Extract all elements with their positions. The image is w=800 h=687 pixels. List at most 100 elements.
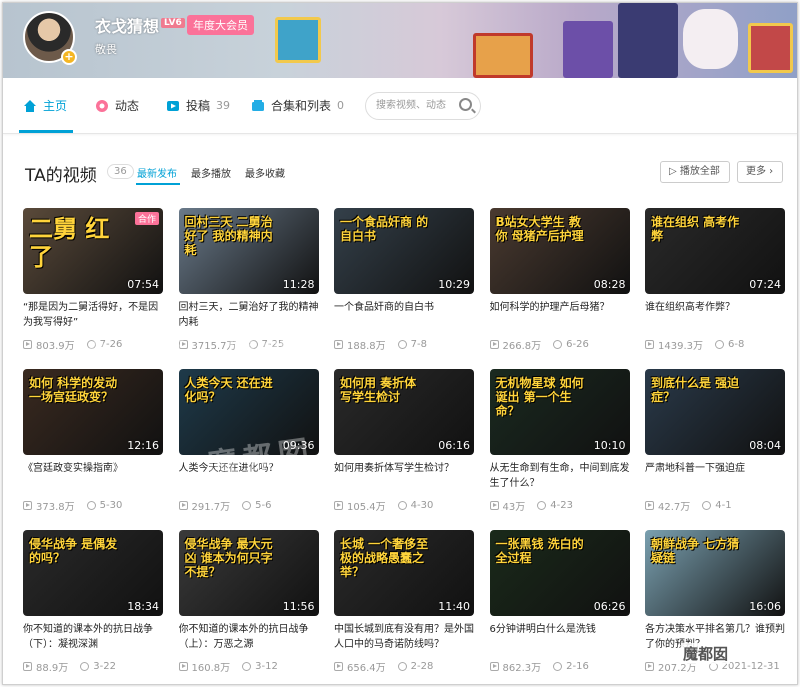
tab-collections[interactable]: 合集和列表 0 (251, 97, 344, 114)
view-count: 291.7万 (191, 502, 231, 513)
video-thumbnail[interactable]: 一张黑钱 洗白的全过程 06:26 (489, 530, 630, 616)
tab-dynamic[interactable]: 动态 (95, 97, 139, 114)
tab-home[interactable]: 主页 (23, 97, 67, 114)
clock-icon (537, 501, 547, 510)
video-thumbnail[interactable]: 如何 科学的发动一场宫廷政变？ 12:16 (23, 369, 163, 455)
video-duration: 08:04 (749, 439, 781, 452)
tab-label: 动态 (115, 99, 140, 113)
clock-icon (702, 501, 712, 510)
tab-uploads[interactable]: 投稿 39 (166, 97, 230, 114)
rabbit-decoration (683, 9, 738, 69)
video-card[interactable]: 无机物星球 如何诞出 第一个生命？ 10:10 从无生命到有生命，中间到底发生了… (489, 369, 630, 513)
verified-badge-icon: + (61, 49, 77, 65)
thumbnail-caption: 如何 科学的发动一场宫廷政变？ (29, 376, 118, 404)
video-thumbnail[interactable]: 二舅 红了 合作 07:54 (23, 208, 163, 294)
sort-newest[interactable]: 最新发布 (137, 165, 177, 180)
gift-decoration (275, 17, 321, 63)
video-thumbnail[interactable]: 朝鲜战争 七方猜疑链 16:06 (645, 530, 785, 616)
video-thumbnail[interactable]: 一个食品奸商 的自白书 10:29 (334, 208, 474, 294)
video-thumbnail[interactable]: 无机物星球 如何诞出 第一个生命？ 10:10 (489, 369, 630, 455)
video-card[interactable]: 一个食品奸商 的自白书 10:29 一个食品奸商的自白书 188.8万 7-8 (334, 208, 474, 352)
video-meta: 656.4万 2-28 (334, 659, 474, 674)
video-card[interactable]: 侵华战争 最大元凶 谁本为何只字不提？ 11:56 你不知道的课本外的抗日战争（… (178, 530, 319, 674)
video-meta: 1439.3万 6-8 (645, 337, 785, 352)
video-card[interactable]: 侵华战争 是偶发的吗？ 18:34 你不知道的课本外的抗日战争（下）：凝视深渊 … (23, 530, 163, 674)
play-count-icon (334, 501, 343, 510)
video-meta: 862.3万 2-16 (489, 659, 630, 674)
dynamic-icon (96, 99, 108, 112)
video-card[interactable]: 到底什么是 强迫症？ 08:04 严肃地科普一下强迫症 42.7万 4-1 (645, 369, 785, 513)
video-title[interactable]: 严肃地科普一下强迫症 (645, 461, 785, 491)
video-card[interactable]: 回村三天 二舅治好了 我的精神内耗 11:28 回村三天，二舅治好了我的精神内耗… (178, 208, 319, 352)
video-title[interactable]: 回村三天，二舅治好了我的精神内耗 (179, 300, 319, 330)
home-icon (24, 99, 36, 112)
sort-most-favorited[interactable]: 最多收藏 (245, 165, 285, 180)
collection-icon (252, 99, 264, 111)
more-label: 更多 (746, 166, 766, 177)
play-count-icon (178, 662, 188, 671)
thumbnail-caption: 长城 一个奢侈至极的战略愚蠢之举？ (340, 537, 429, 579)
video-card[interactable]: 长城 一个奢侈至极的战略愚蠢之举？ 11:40 中国长城到底有没有用？是外国人口… (334, 530, 474, 674)
upload-date: 7-8 (410, 339, 427, 350)
play-count-icon (334, 340, 343, 349)
video-duration: 10:29 (438, 278, 470, 291)
vip-badge: 年度大会员 (187, 15, 254, 35)
video-thumbnail[interactable]: 到底什么是 强迫症？ 08:04 (645, 369, 785, 455)
video-thumbnail[interactable]: 侵华战争 最大元凶 谁本为何只字不提？ 11:56 (178, 530, 319, 616)
search-icon[interactable] (459, 98, 472, 111)
video-duration: 08:28 (593, 278, 626, 291)
video-card[interactable]: 如何 科学的发动一场宫廷政变？ 12:16 《宫廷政变实操指南》 373.8万 … (23, 369, 163, 513)
tab-count: 39 (216, 99, 231, 112)
character-decoration (618, 3, 678, 78)
video-thumbnail[interactable]: 回村三天 二舅治好了 我的精神内耗 11:28 (178, 208, 319, 294)
view-count: 266.8万 (502, 341, 542, 352)
more-button[interactable]: 更多 › (737, 161, 783, 183)
video-card[interactable]: 二舅 红了 合作 07:54 “那是因为二舅活得好，不是因为我写得好” 803.… (23, 208, 163, 352)
video-card[interactable]: B站女大学生 教你 母猪产后护理 08:28 如何科学的护理产后母猪？ 266.… (489, 208, 630, 352)
video-title[interactable]: 6分钟讲明白什么是洗钱 (490, 622, 630, 652)
video-title[interactable]: 中国长城到底有没有用？是外国人口中的马奇诺防线吗？ (334, 622, 474, 652)
video-duration: 11:40 (438, 600, 470, 613)
video-title[interactable]: 从无生命到有生命，中间到底发生了什么？ (490, 461, 630, 491)
video-thumbnail[interactable]: B站女大学生 教你 母猪产后护理 08:28 (489, 208, 630, 294)
play-count-icon (334, 662, 343, 671)
video-meta: 160.8万 3-12 (178, 659, 319, 674)
video-thumbnail[interactable]: 人类今天 还在进化吗？ 09:36 (178, 369, 319, 455)
clock-icon (242, 662, 252, 671)
video-title[interactable]: 你不知道的课本外的抗日战争（下）：凝视深渊 (23, 622, 163, 652)
video-thumbnail[interactable]: 长城 一个奢侈至极的战略愚蠢之举？ 11:40 (334, 530, 474, 616)
view-count: 160.8万 (191, 663, 231, 674)
video-title[interactable]: 如何用奏折体写学生检讨？ (334, 461, 474, 491)
video-title[interactable]: 你不知道的课本外的抗日战争（上）：万恶之源 (179, 622, 319, 652)
video-title[interactable]: “那是因为二舅活得好，不是因为我写得好” (23, 300, 163, 330)
video-thumbnail[interactable]: 侵华战争 是偶发的吗？ 18:34 (23, 530, 163, 616)
video-meta: 803.9万 7-26 (23, 337, 163, 352)
sort-most-played[interactable]: 最多播放 (191, 165, 231, 180)
video-title[interactable]: 如何科学的护理产后母猪？ (490, 300, 630, 330)
upload-date: 5-6 (255, 500, 272, 511)
view-count: 1439.3万 (658, 341, 703, 352)
video-thumbnail[interactable]: 如何用 奏折体 写学生检讨 06:16 (334, 369, 474, 455)
video-meta: 291.7万 5-6 (178, 498, 319, 513)
video-meta: 3715.7万 7-25 (178, 337, 319, 352)
video-card[interactable]: 人类今天 还在进化吗？ 09:36 人类今天还在进化吗？ 291.7万 5-6 (178, 369, 319, 513)
thumbnail-caption: 一张黑钱 洗白的全过程 (495, 537, 584, 565)
video-title[interactable]: 一个食品奸商的自白书 (334, 300, 474, 330)
play-all-button[interactable]: ▷ 播放全部 (660, 161, 730, 183)
active-tab-indicator (19, 130, 73, 133)
thumbnail-caption: 侵华战争 最大元凶 谁本为何只字不提？ (184, 537, 273, 579)
video-title[interactable]: 《宫廷政变实操指南》 (23, 461, 163, 491)
thumbnail-caption: 回村三天 二舅治好了 我的精神内耗 (184, 215, 273, 257)
video-title[interactable]: 人类今天还在进化吗？ (179, 461, 319, 491)
video-duration: 06:26 (593, 600, 626, 613)
view-count: 3715.7万 (191, 341, 237, 352)
video-thumbnail[interactable]: 谁在组织 高考作弊 07:24 (645, 208, 785, 294)
video-card[interactable]: 谁在组织 高考作弊 07:24 谁在组织高考作弊？ 1439.3万 6-8 (645, 208, 785, 352)
video-card[interactable]: 一张黑钱 洗白的全过程 06:26 6分钟讲明白什么是洗钱 862.3万 2-1… (489, 530, 630, 674)
view-count: 43万 (502, 502, 526, 513)
video-card[interactable]: 如何用 奏折体 写学生检讨 06:16 如何用奏折体写学生检讨？ 105.4万 … (334, 369, 474, 513)
play-box-icon (167, 100, 179, 111)
profile-banner: + 衣戈猜想 LV6 年度大会员 敬畏 (3, 3, 797, 78)
video-title[interactable]: 谁在组织高考作弊？ (645, 300, 785, 330)
play-count-icon (645, 340, 654, 349)
